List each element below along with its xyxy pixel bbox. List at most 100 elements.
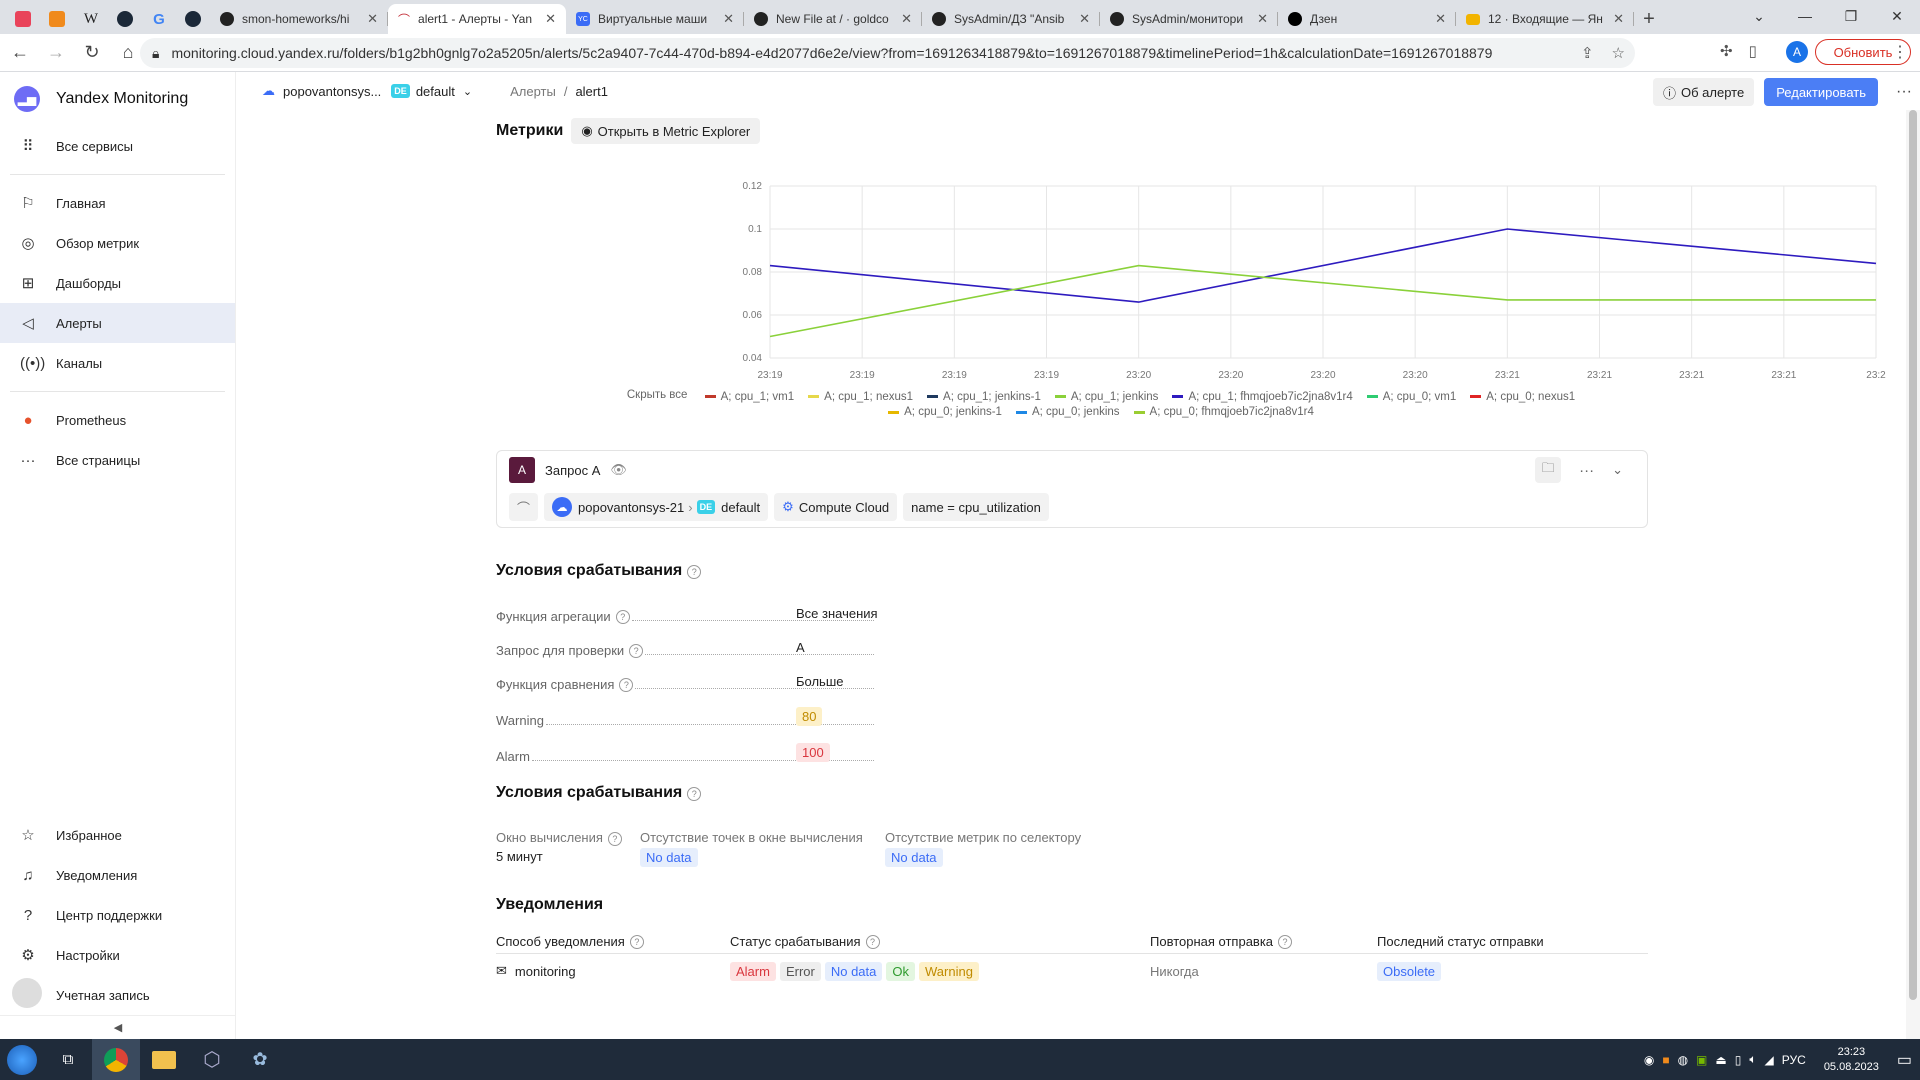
pinned-tab-4[interactable] <box>108 4 142 34</box>
help-icon[interactable]: ? <box>865 935 880 950</box>
chrome-tray-icon[interactable]: ◉ <box>1644 1053 1654 1067</box>
pinned-tab-2[interactable] <box>40 4 74 34</box>
sidebar-item-alerts[interactable]: ◁ Алерты <box>0 303 235 343</box>
steam-tray-icon[interactable]: ◍ <box>1678 1053 1688 1067</box>
sidebar-item-favorites[interactable]: ☆ Избранное <box>0 815 236 855</box>
app-tray-icon[interactable]: ■ <box>1662 1053 1669 1067</box>
task-view-icon[interactable]: ⧉ <box>44 1039 92 1080</box>
edit-button[interactable]: Редактировать <box>1764 78 1878 106</box>
restore-button[interactable]: ❐ <box>1828 0 1874 32</box>
close-tab-icon[interactable]: ✕ <box>545 11 556 27</box>
start-button[interactable] <box>0 1039 44 1080</box>
sidebar-item-home[interactable]: ⚐ Главная <box>0 183 235 223</box>
legend-item[interactable]: A; cpu_1; nexus1 <box>808 390 913 404</box>
legend-item[interactable]: A; cpu_1; fhmqjoeb7ic2jna8v1r4 <box>1172 390 1353 404</box>
legend-item[interactable]: A; cpu_1; jenkins-1 <box>927 390 1041 404</box>
clock[interactable]: 23:23 05.08.2023 <box>1824 1045 1879 1075</box>
scrollbar-thumb[interactable] <box>1909 110 1917 1000</box>
help-icon[interactable]: ? <box>1278 935 1293 950</box>
scrollbar[interactable] <box>1906 110 1920 1039</box>
usb-tray-icon[interactable]: ⏏ <box>1715 1053 1726 1067</box>
browser-tab[interactable]: New File at / · goldco ✕ <box>744 4 922 34</box>
browser-tab[interactable]: SysAdmin/монитори ✕ <box>1100 4 1278 34</box>
browser-tab[interactable]: SysAdmin/ДЗ "Ansib ✕ <box>922 4 1100 34</box>
help-icon[interactable]: ? <box>619 678 634 692</box>
selector-chip[interactable]: name = cpu_utilization <box>903 493 1049 521</box>
new-tab-button[interactable]: + <box>1634 4 1664 34</box>
url-text[interactable]: monitoring.cloud.yandex.ru/folders/b1g2b… <box>171 45 1492 61</box>
sidebar-item-dashboards[interactable]: ⊞ Дашборды <box>0 263 235 303</box>
legend-item[interactable]: A; cpu_0; fhmqjoeb7ic2jna8v1r4 <box>1133 405 1314 419</box>
help-icon[interactable]: ? <box>607 831 622 846</box>
close-tab-icon[interactable]: ✕ <box>367 11 378 27</box>
legend-item[interactable]: A; cpu_1; jenkins <box>1054 390 1158 404</box>
sidebar-item-account[interactable]: Учетная запись <box>0 975 236 1015</box>
close-tab-icon[interactable]: ✕ <box>1079 11 1090 27</box>
collapse-sidebar-button[interactable]: ◀ <box>0 1015 236 1039</box>
brand[interactable]: ▂▅ Yandex Monitoring <box>0 72 235 126</box>
eye-icon[interactable]: 👁︎ <box>610 462 627 478</box>
about-alert-button[interactable]: ⓘ Об алерте <box>1652 78 1755 106</box>
pinned-tab-6[interactable] <box>176 4 210 34</box>
close-tab-icon[interactable]: ✕ <box>1613 11 1624 27</box>
volume-tray-icon[interactable]: 🔈︎ <box>1749 1052 1756 1067</box>
close-window-button[interactable]: ✕ <box>1874 0 1920 32</box>
folder-icon[interactable]: 🗀︎ <box>1535 457 1562 483</box>
notifications-tray-icon[interactable]: ▭ <box>1897 1050 1912 1070</box>
close-tab-icon[interactable]: ✕ <box>901 11 912 27</box>
more-icon[interactable]: ··· <box>1579 462 1594 479</box>
chart-type-icon[interactable]: ⌒ <box>509 493 539 521</box>
legend-item[interactable]: A; cpu_1; vm1 <box>704 390 794 404</box>
chrome-taskbar-icon[interactable] <box>92 1039 140 1080</box>
minimize-button[interactable]: — <box>1782 0 1828 32</box>
more-actions-icon[interactable]: ··· <box>1888 83 1920 101</box>
profile-avatar[interactable]: A <box>1786 41 1808 63</box>
sidebar-item-all-pages[interactable]: ··· Все страницы <box>0 440 235 480</box>
app-taskbar-icon[interactable]: ✿ <box>236 1039 284 1080</box>
side-panel-icon[interactable]: ▯ <box>1749 42 1757 60</box>
browser-tab[interactable]: Дзен ✕ <box>1278 4 1456 34</box>
open-metric-explorer-button[interactable]: ◉ Открыть в Metric Explorer <box>571 118 761 144</box>
cloud-selector[interactable]: ☁ popovantonsys... <box>262 83 381 99</box>
pinned-tab-3[interactable]: W <box>74 4 108 34</box>
sidebar-item-settings[interactable]: ⚙ Настройки <box>0 935 236 975</box>
bookmark-star-icon[interactable]: ☆ <box>1612 44 1625 62</box>
lock-icon[interactable]: 🔒︎ <box>152 45 159 62</box>
battery-tray-icon[interactable]: ▯ <box>1735 1053 1742 1067</box>
chevron-down-icon[interactable]: ⌄ <box>1612 462 1623 478</box>
sidebar-item-prometheus[interactable]: ● Prometheus <box>0 400 235 440</box>
share-icon[interactable]: ⇪ <box>1581 44 1594 62</box>
browser-tab[interactable]: YC Виртуальные маши ✕ <box>566 4 744 34</box>
sidebar-item-metrics[interactable]: ◎ Обзор метрик <box>0 223 235 263</box>
sidebar-item-all-services[interactable]: ⠿ Все сервисы <box>0 126 235 166</box>
help-icon[interactable]: ? <box>629 644 644 658</box>
help-icon[interactable]: ? <box>629 935 644 950</box>
reload-button[interactable]: ↻ <box>76 37 108 69</box>
close-tab-icon[interactable]: ✕ <box>1435 11 1446 27</box>
sidebar-item-notifications[interactable]: ♫ Уведомления <box>0 855 236 895</box>
close-tab-icon[interactable]: ✕ <box>723 11 734 27</box>
explorer-taskbar-icon[interactable] <box>140 1039 188 1080</box>
address-bar[interactable]: 🔒︎ monitoring.cloud.yandex.ru/folders/b1… <box>140 38 1635 68</box>
tab-search-icon[interactable]: ⌄ <box>1736 0 1782 32</box>
metrics-chart[interactable]: 0.12 0.1 0.08 0.06 0.04 23:19 23:19 23:19 23:19 2… <box>476 170 1896 390</box>
browser-tab[interactable]: 12 · Входящие — Ян ✕ <box>1456 4 1634 34</box>
pinned-tab-1[interactable] <box>6 4 40 34</box>
network-tray-icon[interactable]: ◢ <box>1765 1053 1774 1067</box>
legend-item[interactable]: A; cpu_0; nexus1 <box>1470 390 1575 404</box>
browser-menu-icon[interactable]: ⋮ <box>1892 42 1908 62</box>
back-button[interactable]: ← <box>4 37 36 69</box>
legend-item[interactable]: A; cpu_0; jenkins <box>1015 405 1120 419</box>
breadcrumb-alerts[interactable]: Алерты <box>510 84 556 99</box>
forward-button[interactable]: → <box>40 37 72 69</box>
sidebar-item-support[interactable]: ? Центр поддержки <box>0 895 236 935</box>
language-indicator[interactable]: РУС <box>1782 1053 1806 1067</box>
folder-selector[interactable]: DE default ⌄ <box>391 84 472 99</box>
cloud-chip[interactable]: ☁ popovantonsys-21 › DE default <box>544 493 769 521</box>
service-chip[interactable]: ⚙ Compute Cloud <box>774 493 898 521</box>
pinned-tab-5[interactable]: G <box>142 4 176 34</box>
extensions-icon[interactable]: ✣ <box>1720 42 1733 60</box>
sidebar-item-channels[interactable]: ((•)) Каналы <box>0 343 235 383</box>
hide-all-link[interactable]: Скрыть все <box>627 388 688 402</box>
virtualbox-taskbar-icon[interactable]: ⬡ <box>188 1039 236 1080</box>
